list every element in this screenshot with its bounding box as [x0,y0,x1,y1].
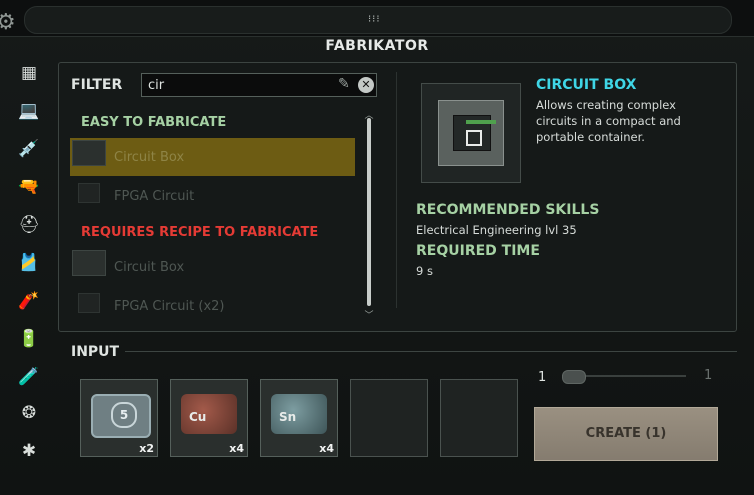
item-description: Allows creating complex circuits in a co… [536,98,681,144]
gear-icon[interactable]: ⚙ [0,12,18,34]
recipe-scrollbar[interactable]: ︿ ﹀ [364,108,374,322]
input-divider [125,351,737,352]
circuit-box-thumb [72,250,106,276]
recipe-row-label: FPGA Circuit (x2) [114,299,225,314]
fabricator-window: ⚙ ⁝⁝⁝ FABRIKATOR ▦ 💻 💉 🔫 ⛑ 🎽 🧨 🔋 🧪 ❂ ✱ F… [0,0,754,495]
input-slot-empty[interactable] [350,379,428,457]
copper-icon: Cu [181,394,237,434]
top-bar: ⚙ ⁝⁝⁝ [0,0,754,37]
recipe-row-label: Circuit Box [114,260,185,275]
chevron-down-icon[interactable]: ﹀ [364,308,374,321]
slot-quantity: x4 [319,442,334,455]
search-input[interactable] [148,76,328,94]
equipment-icon[interactable]: 🎽 [12,248,46,278]
recipe-row-label: Circuit Box [114,150,185,165]
slot-quantity: x4 [229,442,244,455]
slider-knob[interactable] [562,370,586,384]
recipe-row-label: FPGA Circuit [114,189,195,204]
plastic-icon: 5 [91,394,151,438]
section-recipe-title: REQUIRES RECIPE TO FABRICATE [81,225,319,240]
recipe-row-circuit-box[interactable]: Circuit Box [70,138,355,176]
power-icon[interactable]: 🔋 [12,324,46,354]
create-button[interactable]: CREATE (1) [534,407,718,461]
misc-icon[interactable]: ❂ [12,398,46,428]
pencil-icon[interactable]: ✎ [338,76,350,92]
clear-icon[interactable]: ✕ [358,77,374,93]
scrollbar-thumb[interactable] [367,118,371,306]
electronics-icon[interactable]: 💻 [12,96,46,126]
ammo-icon[interactable]: 🧨 [12,286,46,316]
other-icon[interactable]: ✱ [12,436,46,466]
skills-value: Electrical Engineering lvl 35 [416,223,577,237]
quantity-value: 1 [538,370,547,385]
circuit-box-icon [438,100,504,166]
slot-quantity: x2 [139,442,154,455]
circuit-box-thumb [72,140,106,166]
weapons-icon[interactable]: 🔫 [12,172,46,202]
time-heading: REQUIRED TIME [416,243,540,259]
fpga-circuit-thumb [78,183,100,203]
quantity-max: 1 [704,368,713,383]
recipe-row-fpga-circuit[interactable]: FPGA Circuit [70,177,355,215]
input-slot-copper[interactable]: Cu x4 [170,379,248,457]
fpga-circuit-thumb [78,293,100,313]
drag-handle-icon[interactable]: ⁝⁝⁝ [368,15,382,27]
panel-divider [396,72,397,308]
recipe-row-fpga-circuit-locked[interactable]: FPGA Circuit (x2) [70,287,355,325]
window-title: FABRIKATOR [325,38,429,54]
input-slot-plastic[interactable]: 5 x2 [80,379,158,457]
input-slot-empty[interactable] [440,379,518,457]
search-box[interactable]: ✎ ✕ [141,73,377,97]
input-label: INPUT [71,344,120,360]
recipe-row-circuit-box-locked[interactable]: Circuit Box [70,248,355,286]
input-slot-tin[interactable]: Sn x4 [260,379,338,457]
quantity-slider[interactable]: 1 [556,367,712,385]
filter-label: FILTER [71,77,123,93]
medical-icon[interactable]: 💉 [12,134,46,164]
section-easy-title: EASY TO FABRICATE [81,115,227,130]
time-value: 9 s [416,264,433,278]
all-categories-icon[interactable]: ▦ [12,58,46,88]
diving-gear-icon[interactable]: ⛑ [12,210,46,240]
tin-icon: Sn [271,394,327,434]
item-name: CIRCUIT BOX [536,77,637,93]
skills-heading: RECOMMENDED SKILLS [416,202,600,218]
item-preview [421,83,521,183]
materials-icon[interactable]: 🧪 [12,362,46,392]
